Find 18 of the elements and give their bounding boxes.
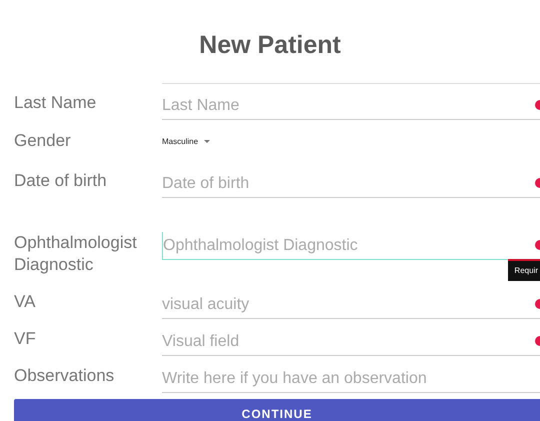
input-field[interactable]: Write here if you have an observation: [162, 365, 540, 393]
input-field[interactable]: Date of birth: [162, 170, 540, 198]
continue-button[interactable]: CONTINUE: [14, 399, 540, 421]
field-label: VA: [14, 291, 36, 313]
input-field[interactable]: Ophthalmologist Diagnostic: [162, 232, 540, 260]
field-label: Observations: [14, 365, 116, 387]
caret-icon: [204, 140, 210, 144]
gender-dropdown[interactable]: Masculine: [162, 130, 216, 150]
field-label: Gender: [14, 130, 72, 152]
screen-title: New Patient: [199, 30, 341, 61]
error-tooltip: Requir: [508, 259, 540, 281]
input-field[interactable]: Last Name: [162, 92, 540, 120]
field-label: Last Name: [14, 92, 98, 114]
field-label: VF: [14, 328, 37, 350]
field-label: Ophthalmologist Diagnostic: [14, 232, 138, 276]
field-label: Date of birth: [14, 170, 108, 192]
input-field[interactable]: visual acuity: [162, 291, 540, 319]
input-field[interactable]: Visual field: [162, 328, 540, 356]
